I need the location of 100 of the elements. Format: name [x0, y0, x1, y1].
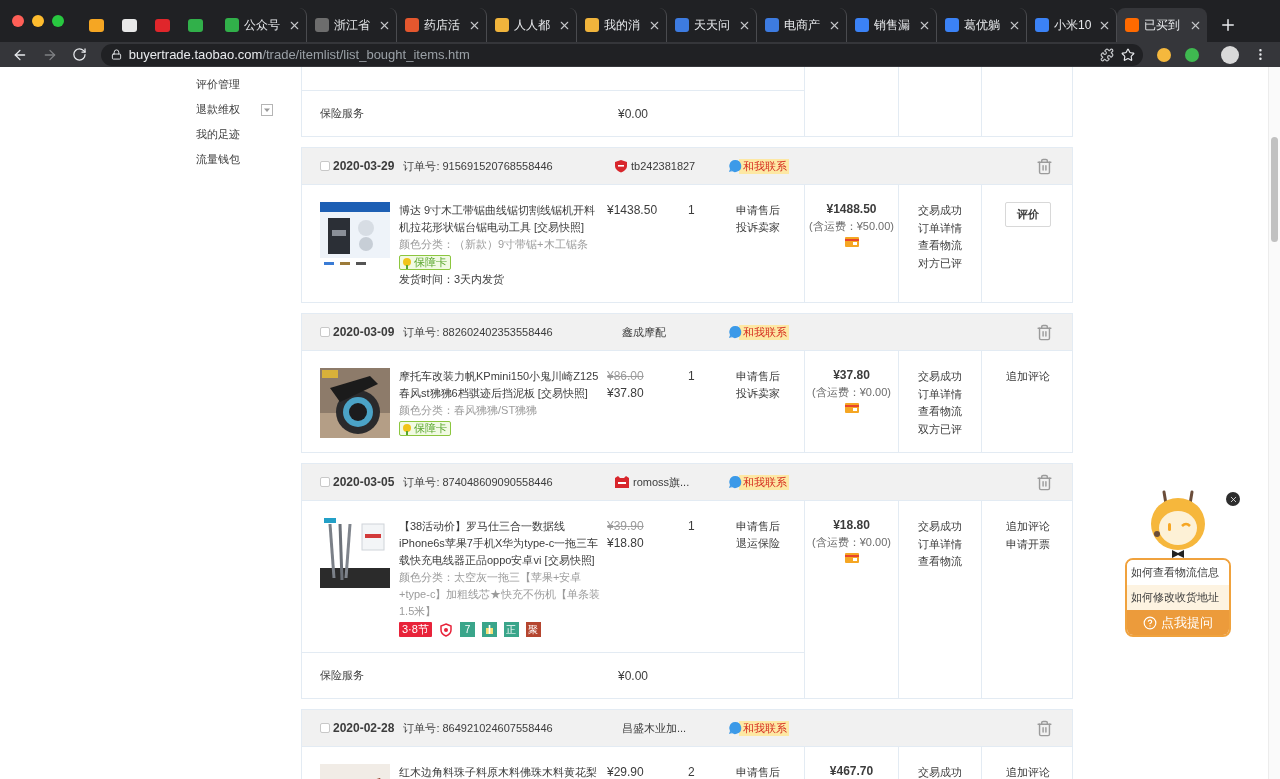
service-tag: 正 — [503, 622, 519, 637]
product-title[interactable]: 博达 9寸木工带锯曲线锯切割线锯机开料机拉花形状锯台锯电动工具 [交易快照] — [399, 202, 603, 236]
guarantee-badge: 保障卡 — [399, 255, 451, 270]
order-status: 交易成功 — [918, 203, 962, 218]
chat-bubble-icon — [728, 159, 742, 173]
tab-title: 药店活 — [424, 17, 460, 34]
action-link[interactable]: 追加评论 — [1006, 368, 1050, 386]
tab-title: 公众号 — [244, 17, 280, 34]
insurance-price: ¥0.00 — [618, 105, 649, 123]
address-bar[interactable]: buyertrade.taobao.com/trade/itemlist/list_bought_items.htm — [100, 43, 1144, 66]
scrollbar-thumb[interactable] — [1271, 137, 1278, 242]
order-number: 订单号: 864921024607558446 — [403, 720, 553, 736]
original-price: ¥39.90 — [607, 518, 644, 535]
dropdown-icon[interactable] — [261, 103, 273, 116]
service-tag: 聚 — [525, 622, 541, 637]
order-total: ¥1488.50 — [826, 201, 877, 218]
order-date: 2020-03-05 — [333, 474, 395, 491]
pinned-tab-icon[interactable] — [89, 18, 104, 32]
window-control[interactable] — [32, 15, 44, 27]
order-link[interactable]: 对方已评 — [918, 254, 962, 272]
sidebar-item[interactable]: 流量钱包 — [196, 151, 240, 168]
chat-bubble-icon — [728, 325, 742, 339]
help-icon — [1143, 615, 1157, 630]
extension-icon[interactable] — [1100, 47, 1115, 62]
order-status: 交易成功 — [918, 369, 962, 384]
review-button[interactable]: 评价 — [1005, 202, 1051, 227]
shop-name[interactable]: 鑫成摩配 — [614, 323, 666, 341]
service-link[interactable]: 申请售后 — [736, 368, 780, 385]
close-button[interactable] — [1226, 492, 1240, 506]
card-icon — [844, 237, 859, 247]
mascot-drawing — [1148, 490, 1208, 560]
order-total: ¥18.80 — [833, 517, 870, 534]
unit-price: ¥29.90 — [607, 764, 644, 779]
quantity: 1 — [688, 369, 695, 383]
order-link[interactable]: 订单详情 — [918, 535, 962, 553]
sidebar-item[interactable]: 评价管理 — [196, 76, 240, 93]
pinned-tab-icon[interactable] — [188, 18, 203, 32]
shield-icon — [438, 622, 453, 637]
service-link[interactable]: 申请售后 — [736, 764, 780, 779]
sidebar-item[interactable]: 我的足迹 — [196, 126, 240, 143]
order-checkbox[interactable] — [320, 327, 330, 337]
close-icon — [1228, 494, 1238, 504]
action-link[interactable]: 追加评论 — [1006, 764, 1050, 779]
order-total: ¥467.70 — [829, 763, 874, 779]
quantity: 1 — [688, 519, 695, 533]
product-options: 颜色分类：春风狒狒/ST狒狒 — [399, 402, 538, 419]
quantity: 2 — [688, 765, 695, 779]
order-number: 订单号: 915691520768558446 — [403, 158, 553, 174]
product-title[interactable]: 红木边角料珠子料原木料佛珠木料黄花梨 — [399, 764, 603, 779]
product-title[interactable]: 摩托车改装力帆KPmini150小鬼川崎Z125春风st狒狒6档骐迹后挡泥板 [交易快照] — [399, 368, 603, 402]
original-price: ¥86.00 — [607, 368, 644, 385]
new-tab-icon[interactable] — [1219, 16, 1237, 34]
extension-icon[interactable] — [1185, 47, 1200, 62]
shipping-fee: (含运费：¥0.00) — [812, 535, 891, 550]
tab-title: 我的消 — [604, 17, 640, 34]
url-host: buyertrade.taobao.com — [128, 45, 263, 64]
tab-title: 小米10 — [1054, 17, 1092, 34]
tab-title: 浙江省 — [334, 17, 370, 34]
action-link[interactable]: 追加评论 — [1006, 518, 1050, 536]
sidebar-item[interactable]: 退款维权 — [196, 101, 240, 118]
order-link[interactable]: 订单详情 — [918, 219, 962, 237]
order-link[interactable]: 查看物流 — [918, 237, 962, 255]
service-link[interactable]: 投诉卖家 — [736, 385, 780, 402]
action-link[interactable]: 申请开票 — [1006, 535, 1050, 553]
window-control[interactable] — [12, 15, 24, 27]
shop-name[interactable]: romoss旗... — [633, 473, 690, 491]
service-link[interactable]: 申请售后 — [736, 202, 780, 219]
insurance-label: 保险服务 — [319, 668, 365, 684]
order-status: 交易成功 — [918, 519, 962, 534]
service-link[interactable]: 投诉卖家 — [736, 219, 780, 236]
order-link[interactable]: 查看物流 — [918, 553, 962, 571]
reload-icon[interactable] — [71, 47, 87, 62]
order-checkbox[interactable] — [320, 161, 330, 171]
window-control[interactable] — [52, 15, 64, 27]
order-link[interactable]: 查看物流 — [918, 403, 962, 421]
product-options: 颜色分类：太空灰一拖三【苹果+安卓+type-c】加粗线芯★快充不伤机【单条装1.5米】 — [399, 569, 603, 620]
order-date: 2020-03-09 — [333, 324, 395, 341]
shop-name[interactable]: tb242381827 — [631, 157, 696, 175]
shop-name[interactable]: 昌盛木业加... — [614, 719, 687, 737]
avatar-icon[interactable] — [1221, 45, 1240, 64]
bookmark-icon[interactable] — [1121, 47, 1136, 62]
service-link[interactable]: 申请售后 — [736, 518, 780, 535]
faq-item[interactable]: 如何修改收货地址 — [1127, 585, 1229, 610]
extension-icon[interactable] — [1157, 47, 1172, 62]
order-link[interactable]: 双方已评 — [918, 420, 962, 438]
pinned-tab-icon[interactable] — [122, 18, 137, 32]
order-checkbox[interactable] — [320, 477, 330, 487]
chat-bubble-icon — [728, 721, 742, 735]
unit-price: ¥18.80 — [607, 535, 644, 552]
ship-time: 发货时间：3天内发货 — [399, 272, 505, 287]
order-link[interactable]: 订单详情 — [918, 385, 962, 403]
url-path: /trade/itemlist/list_bought_items.htm — [262, 45, 470, 64]
product-title[interactable]: 【38活动价】罗马仕三合一数据线iPhone6s苹果7手机X华为type-c一拖三车载快充电线器正品oppo安卓vi [交易快照] — [399, 518, 603, 569]
browser-tab[interactable]: 已买到 — [1117, 8, 1207, 42]
insurance-label: 保险服务 — [319, 106, 365, 122]
card-icon — [844, 553, 859, 563]
service-link[interactable]: 退运保险 — [736, 535, 780, 552]
tab-title: 人人都 — [514, 17, 550, 34]
unit-price: ¥37.80 — [607, 385, 644, 402]
order-checkbox[interactable] — [320, 723, 330, 733]
